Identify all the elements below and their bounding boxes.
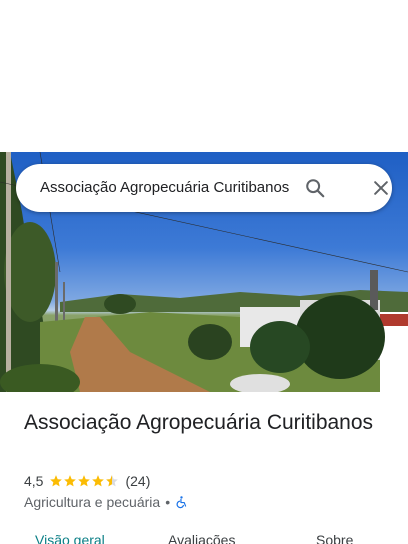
star-icon xyxy=(92,475,105,487)
separator-dot: • xyxy=(165,494,171,510)
tab-about[interactable]: Sobre xyxy=(316,532,353,544)
wheelchair-icon xyxy=(175,495,188,509)
review-count[interactable]: (24) xyxy=(125,473,150,489)
rating-value: 4,5 xyxy=(24,473,44,489)
search-icon xyxy=(306,179,325,198)
star-rating xyxy=(49,474,119,488)
map-blank-area xyxy=(0,0,408,152)
rating-row[interactable]: 4,5 (24) xyxy=(24,472,150,490)
tab-reviews[interactable]: Avaliações xyxy=(168,532,235,544)
tab-overview[interactable]: Visão geral xyxy=(35,532,105,544)
search-input[interactable]: Associação Agropecuária Curitibanos xyxy=(40,176,304,200)
close-button[interactable] xyxy=(369,176,393,200)
star-icon xyxy=(78,475,91,487)
search-button[interactable] xyxy=(303,176,327,200)
place-title: Associação Agropecuária Curitibanos xyxy=(24,411,374,434)
place-tabs: Visão geral Avaliações Sobre xyxy=(0,530,408,544)
place-details-panel: Associação Agropecuária Curitibanos 4,5 … xyxy=(0,392,408,544)
close-icon xyxy=(374,181,388,195)
search-bar[interactable]: Associação Agropecuária Curitibanos xyxy=(16,164,392,212)
category-row: Agricultura e pecuária • xyxy=(24,493,188,511)
half-star-icon xyxy=(106,475,119,487)
star-icon xyxy=(64,475,77,487)
place-category[interactable]: Agricultura e pecuária xyxy=(24,494,160,510)
star-icon xyxy=(50,475,63,487)
